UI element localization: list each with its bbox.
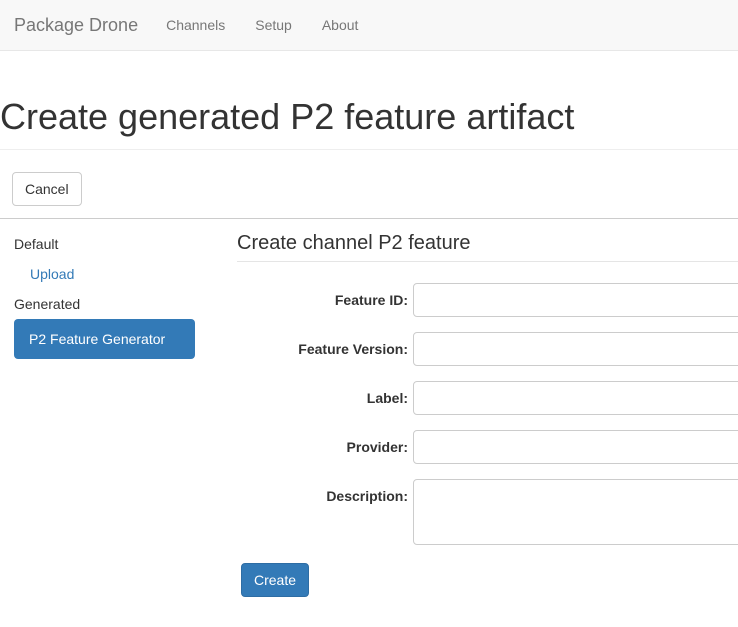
create-button[interactable]: Create	[241, 563, 310, 597]
provider-label: Provider:	[346, 439, 408, 455]
cancel-button[interactable]: Cancel	[12, 172, 82, 206]
form-heading: Create channel P2 feature	[237, 229, 738, 262]
sidebar-item-upload[interactable]: Upload	[0, 259, 222, 289]
description-label: Description:	[326, 488, 408, 504]
brand-link[interactable]: Package Drone	[0, 0, 151, 50]
form-row-feature-version: Feature Version:	[237, 332, 738, 366]
label-input[interactable]	[413, 381, 738, 415]
nav-item-about[interactable]: About	[307, 0, 374, 50]
generator-nav-list: Default Upload Generated P2 Feature Gene…	[0, 229, 222, 359]
page-header: Create generated P2 feature artifact	[0, 97, 738, 150]
sidebar-item-p2-feature-generator[interactable]: P2 Feature Generator	[14, 319, 195, 359]
main-panel: Create channel P2 feature Feature ID: Fe…	[237, 229, 738, 597]
sidebar-section-default: Default	[14, 236, 59, 252]
nav-item-channels[interactable]: Channels	[151, 0, 240, 50]
form-row-feature-id: Feature ID:	[237, 283, 738, 317]
feature-id-label: Feature ID:	[334, 292, 408, 308]
description-textarea[interactable]	[413, 479, 738, 545]
button-toolbar: Cancel	[12, 172, 738, 206]
form-row-provider: Provider:	[237, 430, 738, 464]
feature-id-input[interactable]	[413, 283, 738, 317]
feature-version-input[interactable]	[413, 332, 738, 366]
feature-version-label: Feature Version:	[298, 341, 408, 357]
submit-row: Create	[237, 563, 738, 597]
label-label: Label:	[366, 390, 408, 406]
provider-input[interactable]	[413, 430, 738, 464]
p2-feature-form: Feature ID: Feature Version: Label: Prov…	[237, 283, 738, 597]
content-area: Default Upload Generated P2 Feature Gene…	[0, 229, 738, 597]
nav-item-setup[interactable]: Setup	[240, 0, 307, 50]
main-nav: Channels Setup About	[151, 0, 373, 50]
sidebar-section-generated: Generated	[14, 296, 81, 312]
top-navbar: Package Drone Channels Setup About	[0, 0, 738, 51]
form-row-description: Description:	[237, 479, 738, 548]
generator-sidebar: Default Upload Generated P2 Feature Gene…	[0, 229, 222, 359]
form-row-label: Label:	[237, 381, 738, 415]
page-title: Create generated P2 feature artifact	[0, 96, 575, 137]
toolbar-divider	[0, 218, 738, 219]
